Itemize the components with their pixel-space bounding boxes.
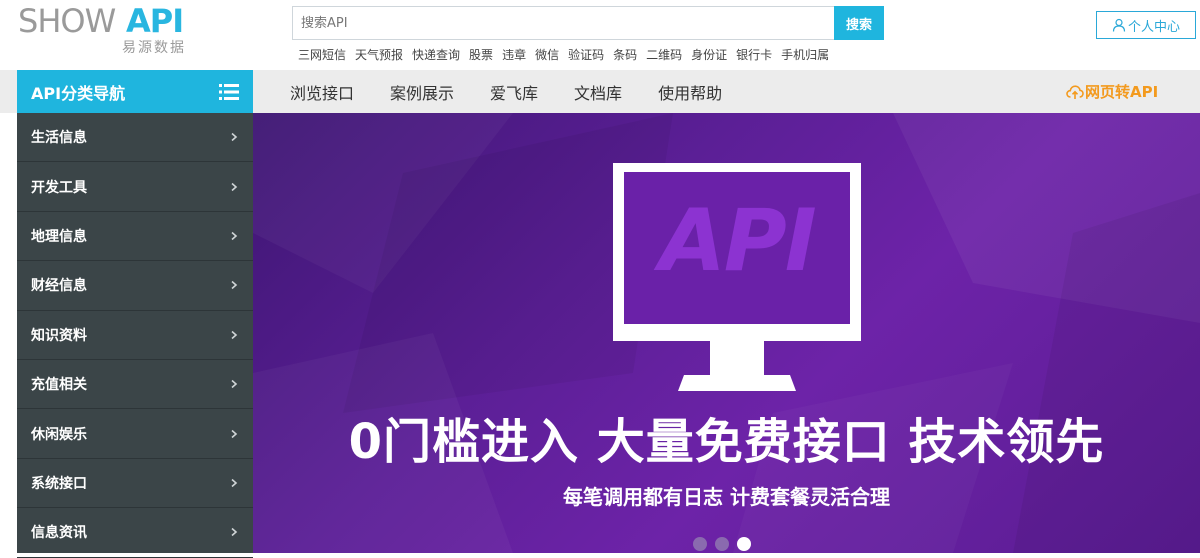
carousel-dot-3[interactable] [737, 537, 751, 551]
sidebar-item-knowledge[interactable]: 知识资料 [17, 311, 253, 360]
showapi-logo[interactable]: SHOW API 易源数据 [18, 2, 208, 57]
hot-link-weather[interactable]: 天气预报 [355, 46, 403, 64]
sidebar-item-geo[interactable]: 地理信息 [17, 212, 253, 262]
hot-search-links: 三网短信 天气预报 快递查询 股票 违章 微信 验证码 条码 二维码 身份证 银… [298, 46, 838, 64]
user-center-button[interactable]: 个人中心 [1096, 11, 1196, 39]
hot-link-stock[interactable]: 股票 [469, 46, 493, 64]
sidebar-item-system[interactable]: 系统接口 [17, 459, 253, 509]
sidebar-item-label: 充值相关 [31, 377, 87, 394]
chevron-right-icon [231, 133, 238, 142]
sidebar-item-life[interactable]: 生活信息 [17, 113, 253, 163]
hero-banner[interactable]: API 0门槛进入 大量免费接口 技术领先 每笔调用都有日志 计费套餐灵活合理 [253, 113, 1200, 553]
search-bar: 搜索 [292, 6, 884, 40]
chevron-right-icon [231, 281, 238, 290]
list-icon [219, 84, 239, 100]
category-nav-header[interactable]: API分类导航 [17, 70, 253, 113]
search-input[interactable] [292, 6, 834, 40]
chevron-right-icon [231, 330, 238, 339]
sidebar-item-label: 信息资讯 [31, 525, 87, 542]
web-to-api-label: 网页转API [1085, 83, 1159, 101]
hot-link-phone-location[interactable]: 手机归属 [781, 46, 829, 64]
user-icon [1112, 18, 1126, 32]
sidebar-item-finance[interactable]: 财经信息 [17, 261, 253, 311]
banner-subline: 每笔调用都有日志 计费套餐灵活合理 [563, 485, 890, 509]
chevron-right-icon [231, 182, 238, 191]
nav-browse-apis[interactable]: 浏览接口 [290, 80, 354, 104]
sidebar-item-news[interactable]: 信息资讯 [17, 508, 253, 558]
hot-link-sms[interactable]: 三网短信 [298, 46, 346, 64]
nav-aifeiku[interactable]: 爱飞库 [490, 80, 538, 104]
chevron-right-icon [231, 380, 238, 389]
sidebar-item-entertainment[interactable]: 休闲娱乐 [17, 409, 253, 459]
hot-link-wechat[interactable]: 微信 [535, 46, 559, 64]
sidebar-item-label: 休闲娱乐 [31, 426, 87, 443]
main-nav: API分类导航 浏览接口 案例展示 爱飞库 文档库 使用帮助 网页转API [0, 70, 1200, 113]
nav-cases[interactable]: 案例展示 [390, 80, 454, 104]
user-center-label: 个人中心 [1127, 19, 1180, 35]
sidebar-item-label: 开发工具 [31, 179, 87, 196]
hot-link-bankcard[interactable]: 银行卡 [736, 46, 772, 64]
logo-api-text: API [126, 2, 184, 40]
category-nav-title: API分类导航 [31, 83, 126, 103]
banner-headline: 0门槛进入 大量免费接口 技术领先 [348, 414, 1105, 470]
search-button[interactable]: 搜索 [834, 6, 884, 40]
carousel-dot-1[interactable] [693, 537, 707, 551]
sidebar-item-dev-tools[interactable]: 开发工具 [17, 162, 253, 212]
hot-link-captcha[interactable]: 验证码 [568, 46, 604, 64]
sidebar-item-label: 财经信息 [31, 278, 87, 295]
hot-link-barcode[interactable]: 条码 [613, 46, 637, 64]
nav-docs[interactable]: 文档库 [574, 80, 622, 104]
hot-link-idcard[interactable]: 身份证 [691, 46, 727, 64]
sidebar-item-recharge[interactable]: 充值相关 [17, 360, 253, 410]
chevron-right-icon [231, 478, 238, 488]
hot-link-express[interactable]: 快递查询 [412, 46, 460, 64]
monitor-api-text: API [659, 191, 817, 291]
sidebar-item-label: 系统接口 [31, 475, 87, 492]
cloud-upload-icon [1066, 84, 1084, 99]
carousel-dot-2[interactable] [715, 537, 729, 551]
sidebar-item-label: 生活信息 [31, 130, 87, 147]
logo-subtitle: 易源数据 [122, 40, 186, 56]
nav-links: 浏览接口 案例展示 爱飞库 文档库 使用帮助 [290, 70, 758, 113]
category-sidebar: 生活信息 开发工具 地理信息 财经信息 知识资料 充值相关 休闲娱乐 系统接口 … [17, 113, 253, 558]
logo-show-text: SHOW [18, 2, 116, 40]
hot-link-qrcode[interactable]: 二维码 [646, 46, 682, 64]
chevron-right-icon [231, 528, 238, 537]
carousel-dots [693, 537, 751, 551]
hot-link-violation[interactable]: 违章 [502, 46, 526, 64]
sidebar-item-label: 地理信息 [31, 228, 87, 245]
chevron-right-icon [231, 429, 238, 438]
header: SHOW API 易源数据 搜索 三网短信 天气预报 快递查询 股票 违章 微信… [0, 0, 1200, 70]
sidebar-item-label: 知识资料 [31, 327, 87, 344]
chevron-right-icon [231, 231, 238, 241]
nav-help[interactable]: 使用帮助 [658, 80, 722, 104]
web-to-api-link[interactable]: 网页转API [1066, 70, 1158, 113]
